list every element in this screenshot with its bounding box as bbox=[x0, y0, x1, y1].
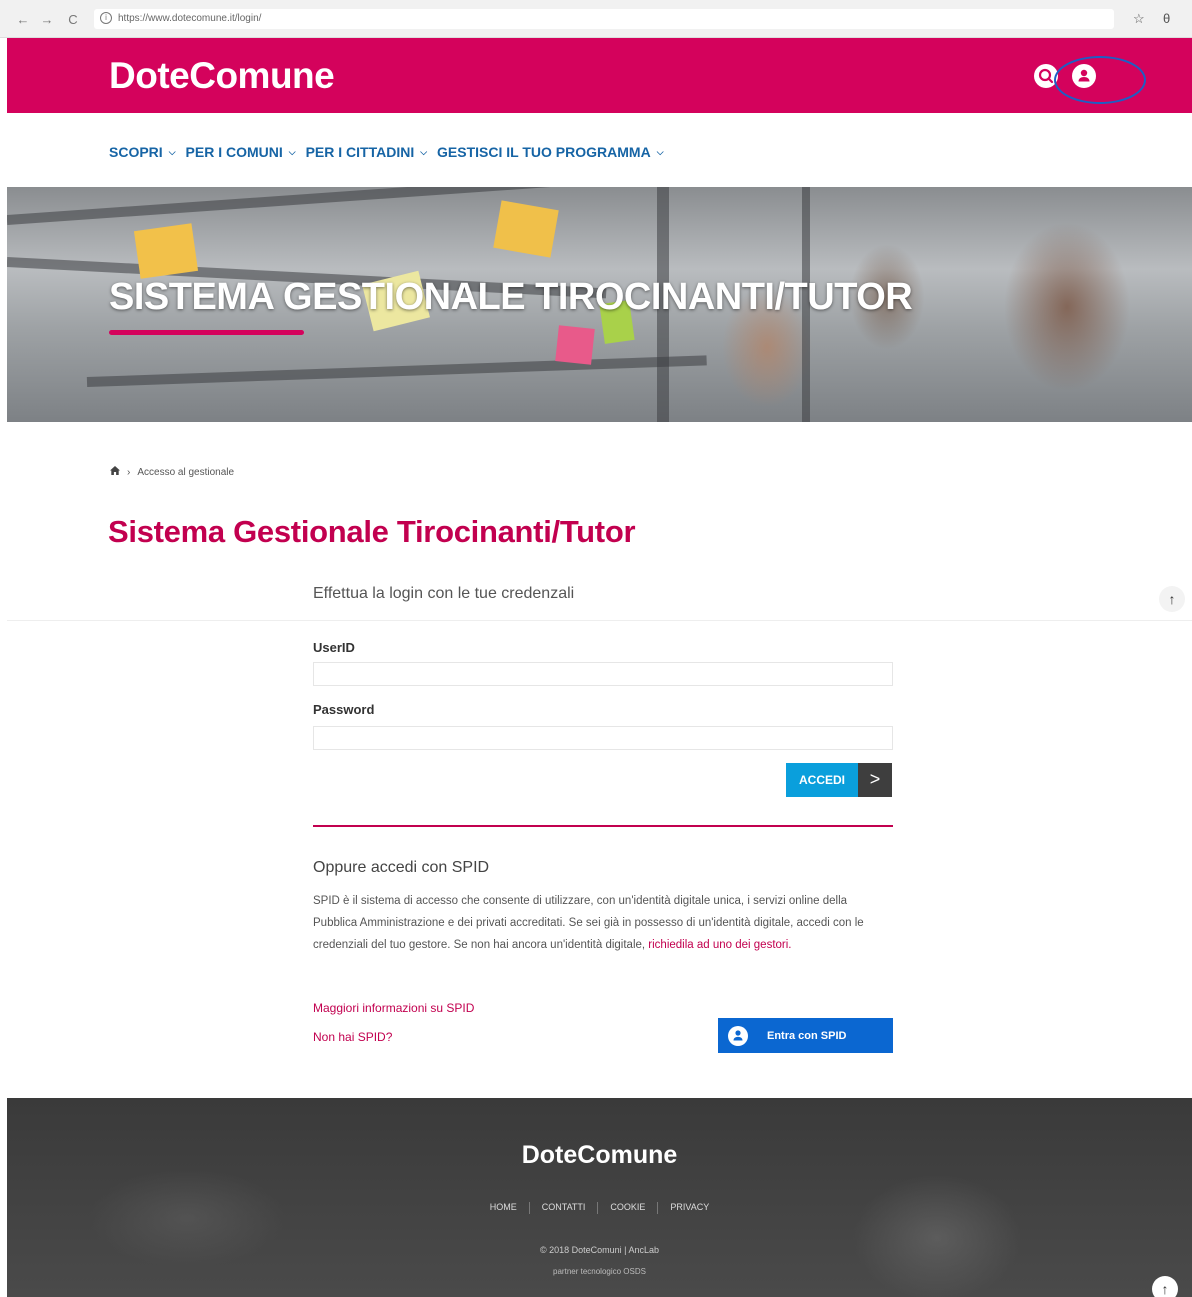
spid-info-link[interactable]: Maggiori informazioni su SPID bbox=[313, 1001, 474, 1015]
nav-item-gestisci-programma[interactable]: GESTISCI IL TUO PROGRAMMA ⌵ bbox=[437, 141, 663, 163]
hero-banner: SISTEMA GESTIONALE TIROCINANTI/TUTOR bbox=[7, 187, 1192, 422]
accedi-button[interactable]: ACCEDI > bbox=[786, 763, 892, 797]
main-navigation: SCOPRI ⌵ PER I COMUNI ⌵ PER I CITTADINI … bbox=[109, 141, 664, 163]
home-icon[interactable] bbox=[110, 466, 120, 478]
hero-underline bbox=[109, 330, 304, 335]
spid-heading: Oppure accedi con SPID bbox=[313, 859, 490, 876]
nav-item-label: PER I COMUNI bbox=[185, 144, 283, 160]
footer-link-privacy[interactable]: PRIVACY bbox=[670, 1202, 709, 1214]
chevron-down-icon: ⌵ bbox=[420, 146, 428, 157]
breadcrumb: › Accesso al gestionale bbox=[110, 466, 234, 478]
footer-link-cookie[interactable]: COOKIE bbox=[610, 1202, 645, 1214]
site-logo[interactable]: DoteComune bbox=[109, 55, 335, 97]
site-header: DoteComune bbox=[7, 38, 1192, 113]
breadcrumb-separator: › bbox=[127, 466, 131, 478]
userid-field[interactable] bbox=[313, 662, 893, 686]
nav-item-scopri[interactable]: SCOPRI ⌵ bbox=[109, 141, 176, 163]
nav-item-label: GESTISCI IL TUO PROGRAMMA bbox=[437, 144, 651, 160]
footer-link-divider bbox=[528, 1202, 530, 1214]
bookmark-star-icon[interactable]: ☆ bbox=[1133, 11, 1145, 27]
footer-link-home[interactable]: HOME bbox=[490, 1202, 517, 1214]
chevron-down-icon: ⌵ bbox=[288, 146, 296, 157]
footer-link-divider bbox=[597, 1202, 599, 1214]
hero-decoration bbox=[7, 187, 706, 225]
hero-decoration bbox=[493, 200, 559, 258]
spid-user-icon bbox=[728, 1025, 748, 1046]
info-icon[interactable]: i bbox=[100, 12, 112, 24]
request-identity-link[interactable]: richiedila ad uno dei gestori. bbox=[648, 939, 791, 951]
chevron-down-icon: ⌵ bbox=[168, 146, 176, 157]
back-icon[interactable]: ← bbox=[16, 12, 30, 27]
hero-title: SISTEMA GESTIONALE TIROCINANTI/TUTOR bbox=[109, 276, 913, 318]
accedi-button-label: ACCEDI bbox=[786, 763, 858, 797]
nav-item-label: PER I CITTADINI bbox=[305, 144, 415, 160]
address-bar[interactable]: i https://www.dotecomune.it/login/ bbox=[94, 9, 1114, 29]
site-footer: DoteComune HOME CONTATTI COOKIE PRIVACY … bbox=[7, 1098, 1192, 1297]
login-heading: Effettua la login con le tue credenzali bbox=[313, 585, 575, 602]
spid-button-label: Entra con SPID bbox=[767, 1029, 847, 1042]
hero-decoration bbox=[555, 325, 595, 365]
scroll-up-icon[interactable]: ↑ bbox=[1159, 586, 1185, 612]
reload-icon[interactable]: C bbox=[66, 12, 80, 27]
userid-label: UserID bbox=[313, 640, 355, 655]
footer-link-contatti[interactable]: CONTATTI bbox=[542, 1202, 586, 1214]
forward-icon[interactable]: → bbox=[40, 12, 54, 27]
page-title: Sistema Gestionale Tirocinanti/Tutor bbox=[108, 514, 636, 549]
footer-copyright: © 2018 DoteComuni | AncLab bbox=[539, 1245, 660, 1255]
no-spid-link[interactable]: Non hai SPID? bbox=[313, 1030, 392, 1044]
footer-link-divider bbox=[657, 1202, 659, 1214]
section-divider bbox=[313, 825, 893, 827]
spid-description: SPID è il sistema di accesso che consent… bbox=[313, 890, 883, 956]
spid-login-button[interactable]: Entra con SPID bbox=[718, 1018, 893, 1053]
browser-toolbar: ← → C i https://www.dotecomune.it/login/… bbox=[0, 0, 1192, 38]
chevron-down-icon: ⌵ bbox=[656, 146, 664, 157]
nav-item-per-i-cittadini[interactable]: PER I CITTADINI ⌵ bbox=[306, 141, 427, 163]
footer-links: HOME CONTATTI COOKIE PRIVACY bbox=[7, 1202, 1192, 1214]
password-field[interactable] bbox=[313, 726, 893, 750]
breadcrumb-current: Accesso al gestionale bbox=[137, 466, 235, 478]
nav-item-per-i-comuni[interactable]: PER I COMUNI ⌵ bbox=[186, 141, 296, 163]
annotation-ellipse bbox=[1054, 56, 1146, 104]
hero-decoration bbox=[86, 355, 707, 387]
nav-item-label: SCOPRI bbox=[109, 144, 163, 160]
back-to-top-icon[interactable]: ↑ bbox=[1152, 1276, 1178, 1297]
account-icon[interactable]: θ bbox=[1163, 11, 1170, 26]
hero-decoration bbox=[133, 223, 199, 279]
password-label: Password bbox=[313, 702, 375, 717]
url-text[interactable]: https://www.dotecomune.it/login/ bbox=[118, 13, 261, 24]
chevron-right-icon: > bbox=[858, 763, 892, 797]
divider bbox=[7, 620, 1192, 621]
footer-logo[interactable]: DoteComune bbox=[7, 1141, 1192, 1170]
footer-partner: partner tecnologico OSDS bbox=[553, 1267, 646, 1276]
